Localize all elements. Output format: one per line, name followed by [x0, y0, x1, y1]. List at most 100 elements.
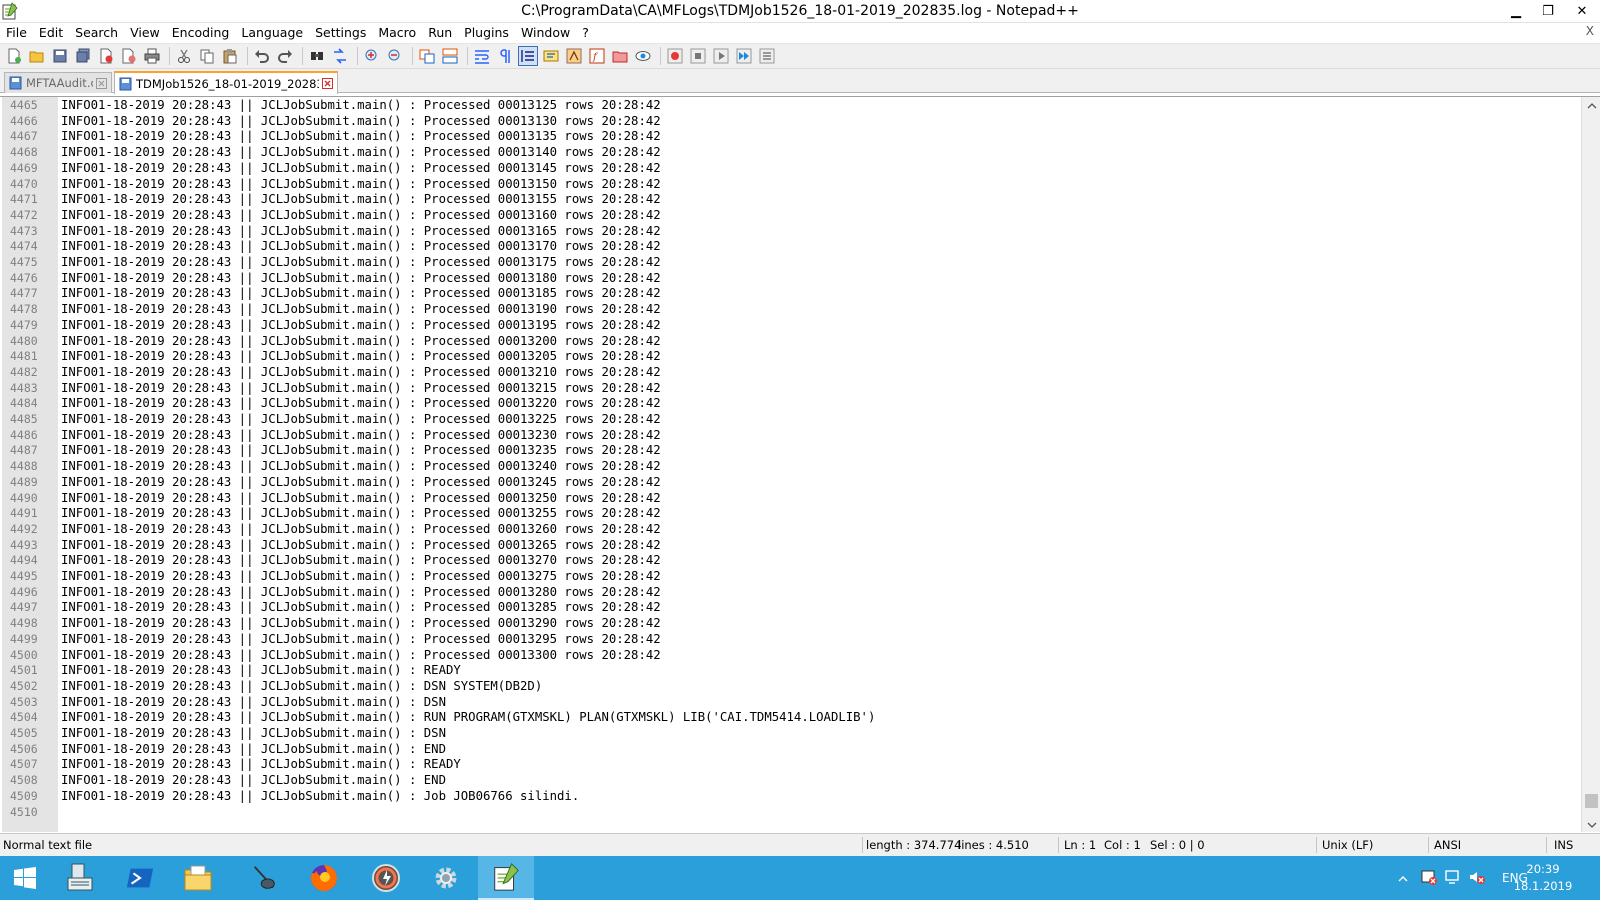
- zoom-out-icon[interactable]: [385, 46, 405, 66]
- tab-close-icon[interactable]: [322, 78, 333, 89]
- text-line[interactable]: 4471 INFO01-18-2019 20:28:43 || JCLJobSub…: [10, 191, 1600, 207]
- taskbar-settings-tool[interactable]: [418, 856, 474, 900]
- save-icon[interactable]: [50, 46, 70, 66]
- word-wrap-icon[interactable]: [472, 46, 492, 66]
- text-line[interactable]: 4477 INFO01-18-2019 20:28:43 || JCLJobSub…: [10, 285, 1600, 301]
- text-line[interactable]: 4466 INFO01-18-2019 20:28:43 || JCLJobSub…: [10, 113, 1600, 129]
- show-all-characters-icon[interactable]: [495, 46, 515, 66]
- text-line[interactable]: 4470 INFO01-18-2019 20:28:43 || JCLJobSub…: [10, 176, 1600, 192]
- text-line[interactable]: 4483 INFO01-18-2019 20:28:43 || JCLJobSub…: [10, 380, 1600, 396]
- text-line[interactable]: 4485 INFO01-18-2019 20:28:43 || JCLJobSub…: [10, 411, 1600, 427]
- redo-icon[interactable]: [275, 46, 295, 66]
- menu-search[interactable]: Search: [69, 23, 124, 43]
- menu-settings[interactable]: Settings: [309, 23, 372, 43]
- text-line[interactable]: 4500 INFO01-18-2019 20:28:43 || JCLJobSub…: [10, 647, 1600, 663]
- menu-edit[interactable]: Edit: [33, 23, 69, 43]
- editor[interactable]: 4465 INFO01-18-2019 20:28:43 || JCLJobSub…: [0, 96, 1600, 832]
- print-icon[interactable]: [142, 46, 162, 66]
- volume-muted-icon[interactable]: [1468, 868, 1488, 889]
- text-line[interactable]: 4501 INFO01-18-2019 20:28:43 || JCLJobSub…: [10, 662, 1600, 678]
- vertical-scrollbar[interactable]: [1581, 97, 1600, 832]
- text-line[interactable]: 4492 INFO01-18-2019 20:28:43 || JCLJobSub…: [10, 521, 1600, 537]
- document-map-icon[interactable]: [564, 46, 584, 66]
- save-all-icon[interactable]: [73, 46, 93, 66]
- cut-icon[interactable]: [174, 46, 194, 66]
- monitoring-icon[interactable]: [633, 46, 653, 66]
- macro-stop-icon[interactable]: [688, 46, 708, 66]
- menu-macro[interactable]: Macro: [372, 23, 422, 43]
- macro-save-icon[interactable]: [757, 46, 777, 66]
- tab-mftaaudit[interactable]: MFTAAudit.csv: [4, 72, 112, 93]
- function-list-icon[interactable]: f: [587, 46, 607, 66]
- sync-vertical-icon[interactable]: [417, 46, 437, 66]
- taskbar-ca-tool[interactable]: [358, 856, 414, 900]
- taskbar-network-tool[interactable]: [236, 856, 292, 900]
- text-line[interactable]: 4495 INFO01-18-2019 20:28:43 || JCLJobSub…: [10, 568, 1600, 584]
- tab-close-icon[interactable]: [96, 77, 107, 89]
- text-line[interactable]: 4503 INFO01-18-2019 20:28:43 || JCLJobSub…: [10, 694, 1600, 710]
- text-line[interactable]: 4467 INFO01-18-2019 20:28:43 || JCLJobSub…: [10, 128, 1600, 144]
- text-line[interactable]: 4508 INFO01-18-2019 20:28:43 || JCLJobSub…: [10, 772, 1600, 788]
- taskbar-server-manager[interactable]: [52, 856, 108, 900]
- menu-window[interactable]: Window: [515, 23, 576, 43]
- network-icon[interactable]: [1444, 868, 1464, 889]
- text-line[interactable]: 4473 INFO01-18-2019 20:28:43 || JCLJobSub…: [10, 223, 1600, 239]
- taskbar-powershell[interactable]: [112, 856, 168, 900]
- open-file-icon[interactable]: [27, 46, 47, 66]
- paste-icon[interactable]: [220, 46, 240, 66]
- text-line[interactable]: 4509 INFO01-18-2019 20:28:43 || JCLJobSub…: [10, 788, 1600, 804]
- close-all-icon[interactable]: [119, 46, 139, 66]
- text-line[interactable]: 4499 INFO01-18-2019 20:28:43 || JCLJobSub…: [10, 631, 1600, 647]
- menu-run[interactable]: Run: [422, 23, 458, 43]
- menu-encoding[interactable]: Encoding: [166, 23, 236, 43]
- macro-record-icon[interactable]: [665, 46, 685, 66]
- close-button[interactable]: ✕: [1566, 0, 1598, 22]
- macro-run-multiple-icon[interactable]: [734, 46, 754, 66]
- menu-view[interactable]: View: [124, 23, 166, 43]
- text-line[interactable]: 4489 INFO01-18-2019 20:28:43 || JCLJobSub…: [10, 474, 1600, 490]
- replace-icon[interactable]: [330, 46, 350, 66]
- scrollbar-thumb[interactable]: [1585, 794, 1598, 809]
- text-line[interactable]: 4505 INFO01-18-2019 20:28:43 || JCLJobSub…: [10, 725, 1600, 741]
- chevron-up-icon[interactable]: [1398, 871, 1412, 885]
- text-line[interactable]: 4481 INFO01-18-2019 20:28:43 || JCLJobSub…: [10, 348, 1600, 364]
- text-line[interactable]: 4480 INFO01-18-2019 20:28:43 || JCLJobSub…: [10, 333, 1600, 349]
- menu-help[interactable]: ?: [576, 23, 595, 43]
- minimize-button[interactable]: ▁: [1500, 0, 1532, 22]
- text-line[interactable]: 4507 INFO01-18-2019 20:28:43 || JCLJobSub…: [10, 756, 1600, 772]
- text-line[interactable]: 4497 INFO01-18-2019 20:28:43 || JCLJobSub…: [10, 599, 1600, 615]
- text-line[interactable]: 4494 INFO01-18-2019 20:28:43 || JCLJobSub…: [10, 552, 1600, 568]
- indent-guide-icon[interactable]: [518, 46, 538, 66]
- text-line[interactable]: 4502 INFO01-18-2019 20:28:43 || JCLJobSub…: [10, 678, 1600, 694]
- menu-language[interactable]: Language: [235, 23, 309, 43]
- sync-horizontal-icon[interactable]: [440, 46, 460, 66]
- status-eol-format[interactable]: Unix (LF): [1322, 834, 1373, 856]
- text-line[interactable]: 4476 INFO01-18-2019 20:28:43 || JCLJobSub…: [10, 270, 1600, 286]
- zoom-in-icon[interactable]: [362, 46, 382, 66]
- text-line[interactable]: 4488 INFO01-18-2019 20:28:43 || JCLJobSub…: [10, 458, 1600, 474]
- text-line[interactable]: 4490 INFO01-18-2019 20:28:43 || JCLJobSub…: [10, 490, 1600, 506]
- maximize-button[interactable]: ❐: [1532, 0, 1564, 22]
- text-line[interactable]: 4493 INFO01-18-2019 20:28:43 || JCLJobSub…: [10, 537, 1600, 553]
- taskbar-notepadplusplus[interactable]: [478, 856, 534, 900]
- system-clock[interactable]: 20:39 18.1.2019: [1508, 861, 1578, 895]
- text-line[interactable]: 4469 INFO01-18-2019 20:28:43 || JCLJobSub…: [10, 160, 1600, 176]
- text-area[interactable]: 4465 INFO01-18-2019 20:28:43 || JCLJobSub…: [10, 97, 1581, 832]
- text-line[interactable]: 4475 INFO01-18-2019 20:28:43 || JCLJobSub…: [10, 254, 1600, 270]
- text-line[interactable]: 4486 INFO01-18-2019 20:28:43 || JCLJobSub…: [10, 427, 1600, 443]
- text-line[interactable]: 4468 INFO01-18-2019 20:28:43 || JCLJobSub…: [10, 144, 1600, 160]
- text-line[interactable]: 4510: [10, 804, 1600, 820]
- text-line[interactable]: 4496 INFO01-18-2019 20:28:43 || JCLJobSub…: [10, 584, 1600, 600]
- status-encoding[interactable]: ANSI: [1434, 834, 1461, 856]
- tab-tdmjob-log[interactable]: TDMJob1526_18-01-2019_202835.log: [114, 71, 338, 94]
- text-line[interactable]: 4487 INFO01-18-2019 20:28:43 || JCLJobSub…: [10, 442, 1600, 458]
- copy-icon[interactable]: [197, 46, 217, 66]
- new-file-icon[interactable]: [4, 46, 24, 66]
- text-line[interactable]: 4482 INFO01-18-2019 20:28:43 || JCLJobSub…: [10, 364, 1600, 380]
- folder-workspace-icon[interactable]: [610, 46, 630, 66]
- text-line[interactable]: 4506 INFO01-18-2019 20:28:43 || JCLJobSub…: [10, 741, 1600, 757]
- scroll-down-arrow-icon[interactable]: [1583, 816, 1600, 832]
- close-document-button[interactable]: X: [1586, 24, 1594, 38]
- start-button[interactable]: [0, 856, 50, 900]
- undo-icon[interactable]: [252, 46, 272, 66]
